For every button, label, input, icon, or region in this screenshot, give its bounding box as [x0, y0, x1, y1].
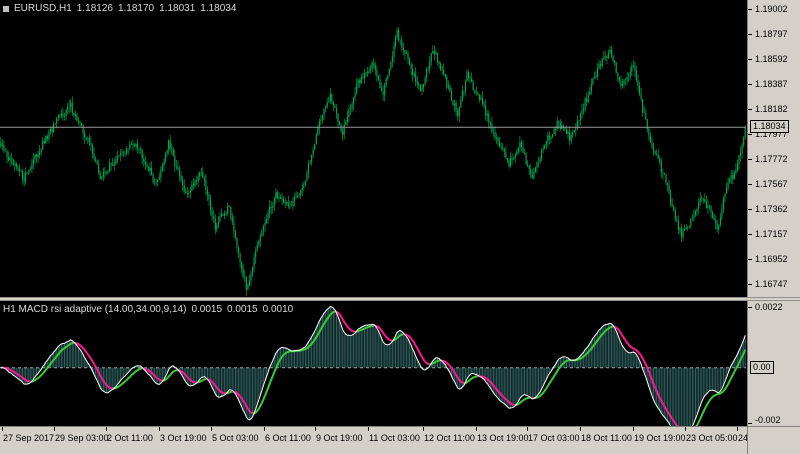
time-axis-label: 17 Oct 03:00 [528, 433, 580, 443]
price-axis-tick [748, 84, 752, 85]
time-axis-label: 13 Oct 19:00 [477, 433, 529, 443]
time-axis-label: 29 Sep 03:00 [55, 433, 109, 443]
current-price-marker: 1.18034 [750, 120, 789, 133]
indicator-panel[interactable]: H1 MACD rsi adaptive (14.00,34.00,9,14) … [0, 301, 747, 426]
price-axis-tick [748, 59, 752, 60]
time-axis-tick [737, 427, 738, 431]
macd-indicator-chart[interactable] [0, 301, 746, 426]
time-axis-tick [264, 427, 265, 431]
ohlc-value: 1.18126 [76, 3, 113, 14]
price-axis-label: 1.18387 [755, 79, 788, 89]
axis-corner [747, 426, 800, 454]
price-axis-label: 1.18592 [755, 54, 788, 64]
price-axis-tick [748, 159, 752, 160]
indicator-value: 0.0015 [191, 304, 223, 315]
indicator-title-overlay: H1 MACD rsi adaptive (14.00,34.00,9,14) … [3, 304, 293, 315]
price-axis-label: 1.18182 [755, 104, 788, 114]
time-axis-tick [2, 427, 3, 431]
indicator-value: 0.0010 [262, 304, 294, 315]
time-axis-label: 9 Oct 19:00 [316, 433, 363, 443]
time-axis-label: 18 Oct 11:00 [581, 433, 632, 443]
price-axis-tick [748, 9, 752, 10]
price-axis-label: 1.17157 [755, 229, 788, 239]
indicator-name: H1 MACD rsi adaptive (14.00,34.00,9,14) [3, 304, 187, 315]
time-axis-tick [159, 427, 160, 431]
time-axis-label: 6 Oct 11:00 [265, 433, 311, 443]
time-axis-label: 27 Sep 2017 [3, 433, 55, 443]
price-axis-tick [748, 234, 752, 235]
indicator-zero-marker: 0.00 [750, 361, 774, 374]
signal-line-segment [403, 333, 430, 366]
ohlc-values: 1.18126 1.18170 1.18031 1.18034 [77, 3, 237, 14]
indicator-axis-tick [748, 423, 752, 424]
indicator-axis[interactable]: 0.0022 -0.002 0.00 [747, 301, 800, 426]
chart-marker-icon [3, 5, 9, 12]
time-axis-tick [476, 427, 477, 431]
price-axis-tick [748, 134, 752, 135]
price-axis-label: 1.16952 [755, 254, 788, 264]
price-axis-tick [748, 34, 752, 35]
indicator-axis-label: 0.0022 [755, 302, 783, 312]
indicator-value: 0.0015 [227, 304, 258, 315]
symbol-label: EURUSD,H1 [14, 3, 72, 14]
ohlc-value: 1.18034 [200, 3, 237, 14]
price-axis-tick [748, 284, 752, 285]
signal-line-segment [695, 349, 746, 426]
time-axis-tick [106, 427, 107, 431]
time-axis-label: 5 Oct 03:00 [212, 433, 259, 443]
ohlc-value: 1.18170 [117, 3, 155, 14]
time-axis-tick [580, 427, 581, 431]
price-chart-panel[interactable]: EURUSD,H1 1.18126 1.18170 1.18031 1.18034 [0, 0, 747, 297]
time-axis-tick [527, 427, 528, 431]
time-axis-label: 12 Oct 11:00 [424, 433, 475, 443]
price-axis[interactable]: 1.19002 1.18797 1.18592 1.18387 1.18182 1.179… [747, 0, 800, 297]
price-axis-label: 1.19002 [755, 4, 788, 14]
time-axis-tick [685, 427, 686, 431]
candlestick-chart[interactable] [0, 0, 746, 297]
time-axis-tick [633, 427, 634, 431]
price-axis-label: 1.17567 [755, 179, 788, 189]
time-axis[interactable]: 27 Sep 2017 29 Sep 03:00 2 Oct 11:00 3 Oct … [0, 426, 790, 454]
price-axis-tick [748, 259, 752, 260]
indicator-axis-tick [748, 307, 752, 308]
price-axis-label: 1.17362 [755, 204, 788, 214]
time-axis-tick [211, 427, 212, 431]
price-axis-tick [748, 184, 752, 185]
time-axis-label: 3 Oct 19:00 [160, 433, 207, 443]
price-axis-label: 1.17772 [755, 154, 788, 164]
candle-wicks [0, 27, 746, 296]
mt4-chart-window: EURUSD,H1 1.18126 1.18170 1.18031 1.18034 1… [0, 0, 800, 454]
time-axis-label: 19 Oct 19:00 [634, 433, 686, 443]
price-axis-tick [748, 209, 752, 210]
ohlc-value: 1.18031 [159, 3, 196, 14]
time-axis-tick [54, 427, 55, 431]
price-axis-tick [748, 109, 752, 110]
time-axis-label: 23 Oct 05:00 [686, 433, 738, 443]
time-axis-tick [423, 427, 424, 431]
indicator-axis-label: -0.002 [755, 415, 781, 425]
chart-title-overlay: EURUSD,H1 1.18126 1.18170 1.18031 1.18034 [3, 3, 236, 14]
time-axis-tick [315, 427, 316, 431]
price-axis-label: 1.16747 [755, 279, 788, 289]
time-axis-label: 11 Oct 03:00 [369, 433, 420, 443]
price-axis-label: 1.18797 [755, 29, 788, 39]
signal-line-segment [515, 396, 531, 406]
time-axis-label: 2 Oct 11:00 [107, 433, 153, 443]
indicator-values: 0.0015 0.0015 0.0010 [191, 304, 293, 315]
time-axis-tick [368, 427, 369, 431]
